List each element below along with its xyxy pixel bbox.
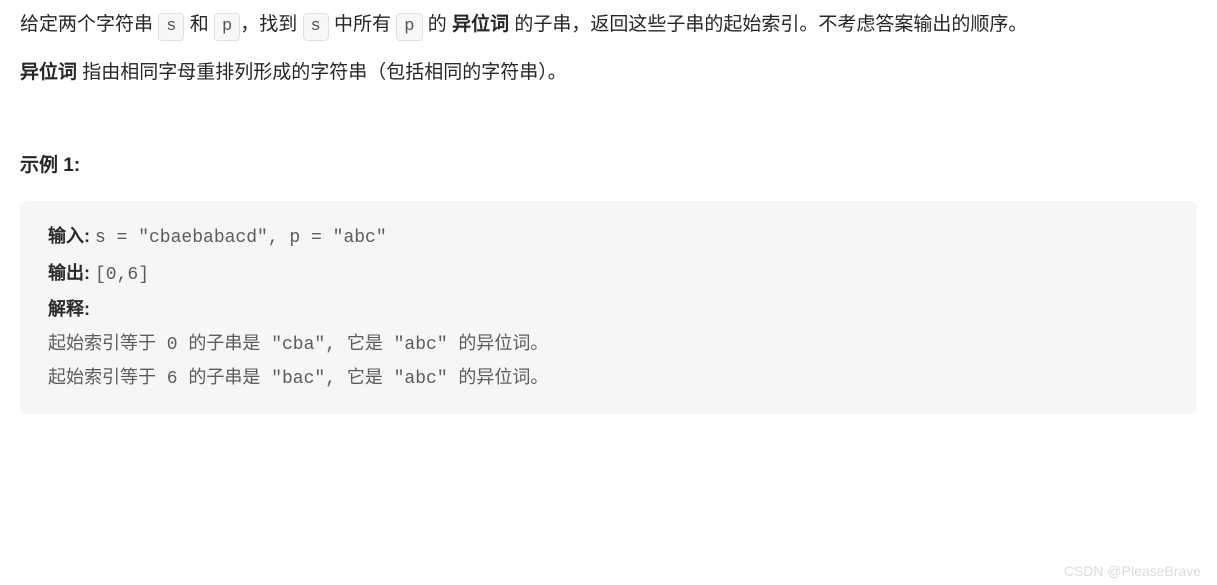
input-value: s = "cbaebabacd", p = "abc" xyxy=(95,228,387,248)
code-inline-p: p xyxy=(214,13,240,41)
description-paragraph-2: 异位词 指由相同字母重排列形成的字符串（包括相同的字符串）。 xyxy=(20,56,1197,90)
code-inline-s-2: s xyxy=(303,13,329,41)
example-explain-label: 解释: xyxy=(48,292,1169,328)
text-segment: 指由相同字母重排列形成的字符串（包括相同的字符串）。 xyxy=(82,62,567,83)
example-output-line: 输出: [0,6] xyxy=(48,256,1169,292)
text-segment: 和 xyxy=(184,14,214,35)
output-label: 输出: xyxy=(48,263,95,283)
example-block: 输入: s = "cbaebabacd", p = "abc" 输出: [0,6… xyxy=(20,201,1197,414)
explain-line-2: 起始索引等于 6 的子串是 "bac", 它是 "abc" 的异位词。 xyxy=(48,362,1169,396)
text-segment: ，找到 xyxy=(240,14,302,35)
code-inline-s: s xyxy=(158,13,184,41)
bold-anagram-def: 异位词 xyxy=(20,62,82,83)
explain-line-1: 起始索引等于 0 的子串是 "cba", 它是 "abc" 的异位词。 xyxy=(48,328,1169,362)
explain-label: 解释: xyxy=(48,299,90,319)
text-segment: 的 xyxy=(423,14,453,35)
input-label: 输入: xyxy=(48,226,95,246)
example-input-line: 输入: s = "cbaebabacd", p = "abc" xyxy=(48,219,1169,255)
example-title: 示例 1: xyxy=(20,150,1197,177)
description-paragraph-1: 给定两个字符串 s 和 p，找到 s 中所有 p 的 异位词 的子串，返回这些子… xyxy=(20,8,1197,42)
text-segment: 给定两个字符串 xyxy=(20,14,158,35)
watermark: CSDN @PleaseBrave xyxy=(1064,563,1201,579)
text-segment: 的子串，返回这些子串的起始索引。不考虑答案输出的顺序。 xyxy=(509,14,1027,35)
text-segment: 中所有 xyxy=(329,14,397,35)
problem-description: 给定两个字符串 s 和 p，找到 s 中所有 p 的 异位词 的子串，返回这些子… xyxy=(20,8,1197,90)
code-inline-p-2: p xyxy=(396,13,422,41)
bold-anagram: 异位词 xyxy=(452,14,509,35)
output-value: [0,6] xyxy=(95,265,149,285)
